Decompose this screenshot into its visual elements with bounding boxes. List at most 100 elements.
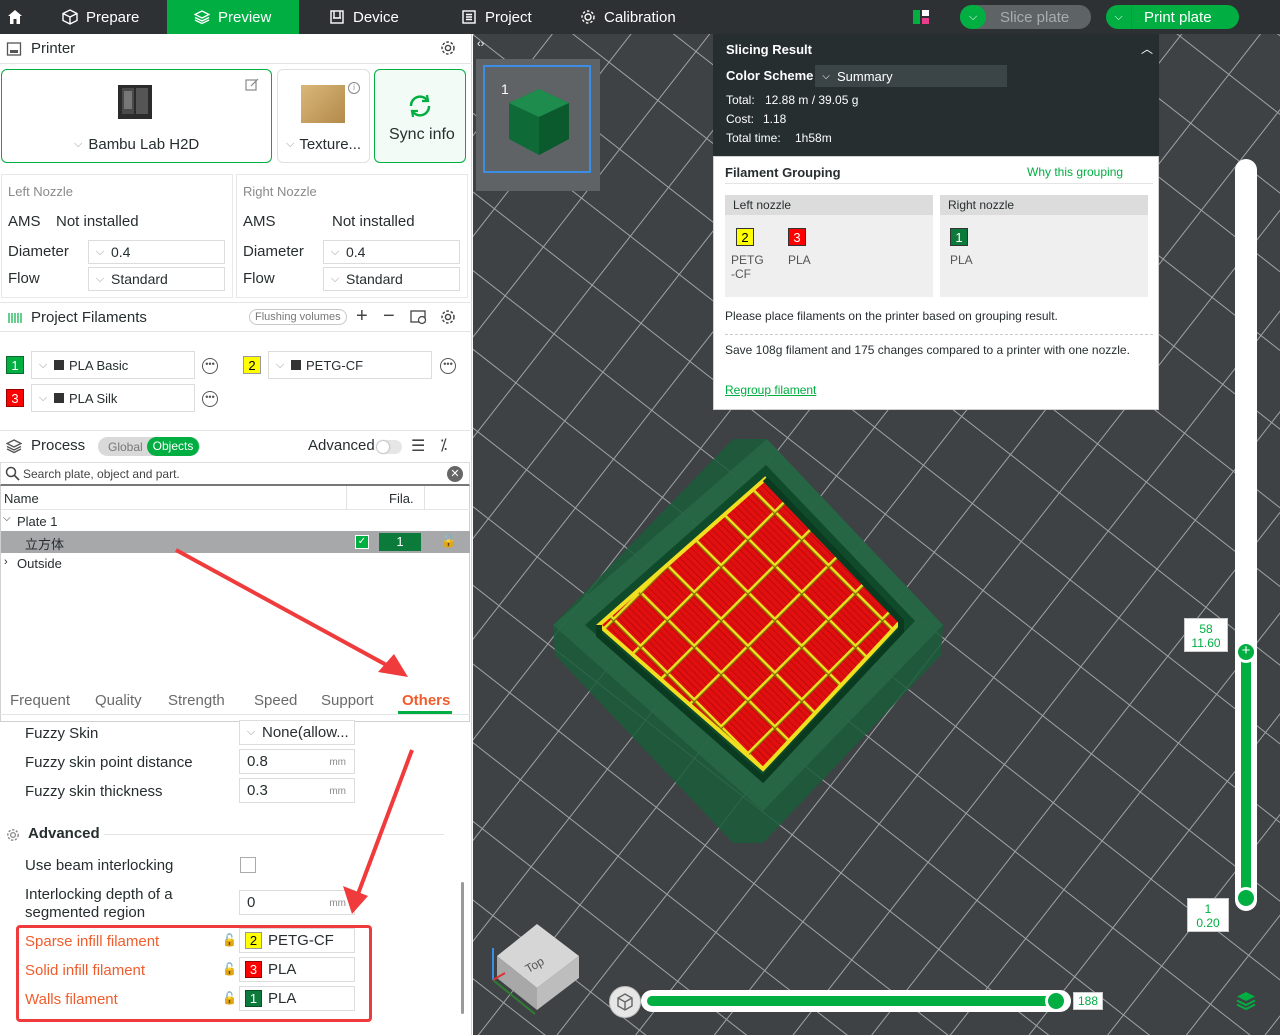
list-icon[interactable]: ☰	[411, 436, 425, 456]
plate-type-select[interactable]: ⌵ Texture...	[286, 136, 361, 153]
tab-speed[interactable]: Speed	[254, 692, 297, 709]
advanced-section-title: Advanced	[28, 825, 100, 842]
sliced-model	[553, 439, 943, 843]
move-slider-track[interactable]	[641, 990, 1071, 1012]
more-options-icon[interactable]: •••	[202, 358, 218, 374]
tab-calibration[interactable]: Calibration	[580, 0, 690, 34]
why-grouping-link[interactable]: Why this grouping	[1027, 165, 1123, 179]
sparse-infill-filament-select[interactable]: 2 PETG-CF	[239, 928, 355, 953]
right-nozzle-group: Right nozzle 1 PLA	[940, 195, 1148, 297]
global-objects-toggle[interactable]: Global Objects	[98, 437, 200, 456]
sync-info-button[interactable]: Sync info	[374, 69, 466, 163]
lock-icon[interactable]: 🔓	[222, 991, 237, 1005]
plate-thumbnail[interactable]: 1	[483, 65, 591, 173]
printer-card[interactable]: ⌵ Bambu Lab H2D	[1, 69, 272, 163]
chevron-right-icon[interactable]: ›	[4, 556, 8, 568]
tab-quality[interactable]: Quality	[95, 692, 142, 709]
left-diameter-select[interactable]: ⌵ 0.4	[88, 240, 225, 264]
filament-number: 3	[788, 228, 806, 246]
lock-icon[interactable]: 🔓	[222, 962, 237, 976]
tree-row-outside[interactable]: › Outside	[1, 553, 470, 573]
plate-type-card[interactable]: i ⌵ Texture...	[277, 69, 370, 163]
settings-scrollbar[interactable]	[461, 882, 464, 1014]
fuzzy-skin-select[interactable]: ⌵ None(allow...	[239, 720, 355, 745]
clear-icon[interactable]: ✕	[447, 466, 463, 482]
solid-infill-filament-label: Solid infill filament	[25, 962, 146, 979]
layer-slider-track[interactable]: +	[1235, 159, 1257, 911]
edit-icon[interactable]	[245, 78, 259, 95]
collapse-panel-icon[interactable]: ‹›	[477, 38, 484, 50]
total-time-label: Total time:	[726, 131, 781, 145]
layer-slider-top-handle[interactable]: +	[1235, 641, 1257, 663]
lock-icon[interactable]: 🔓	[441, 534, 456, 548]
solid-infill-filament-select[interactable]: 3 PLA	[239, 957, 355, 982]
filament-sync-icon[interactable]	[410, 309, 428, 328]
flushing-volumes-button[interactable]: Flushing volumes	[249, 309, 347, 325]
tab-strength[interactable]: Strength	[168, 692, 225, 709]
tab-others[interactable]: Others	[402, 692, 450, 709]
filament-item-2[interactable]: 2	[243, 356, 261, 374]
filaments-header: Project Filaments Flushing volumes + −	[0, 302, 472, 332]
tab-support[interactable]: Support	[321, 692, 374, 709]
walls-filament-select[interactable]: 1 PLA	[239, 986, 355, 1011]
tab-project[interactable]: Project	[461, 0, 551, 34]
tree-row-object[interactable]: 立方体 ✓ 1 🔓	[1, 531, 470, 553]
compare-icon[interactable]: ⁒	[440, 435, 447, 455]
object-filament-number[interactable]: 1	[379, 533, 421, 551]
filament-item-3[interactable]: 3	[6, 389, 24, 407]
diameter-label: Diameter	[8, 243, 69, 260]
chevron-down-icon[interactable]: ⌵	[960, 5, 986, 29]
info-icon[interactable]: i	[348, 82, 360, 94]
tab-preview[interactable]: Preview	[167, 0, 299, 34]
chevron-down-icon[interactable]: ⌵	[1106, 5, 1132, 29]
tab-device[interactable]: Device	[329, 0, 419, 34]
search-box[interactable]: Search plate, object and part. ✕	[0, 462, 470, 486]
filament-3-select[interactable]: ⌵ PLA Silk	[31, 384, 195, 412]
view-reset-icon[interactable]	[609, 986, 641, 1018]
regroup-filament-link[interactable]: Regroup filament	[725, 383, 816, 397]
col-name: Name	[4, 491, 39, 506]
chevron-down-icon[interactable]: ⌵	[3, 513, 11, 524]
ams-label: AMS	[8, 213, 41, 230]
tree-row-plate[interactable]: ⌵ Plate 1	[1, 511, 470, 531]
move-slider-handle[interactable]	[1045, 990, 1067, 1012]
interlocking-depth-input[interactable]: 0 mm	[239, 890, 355, 915]
lock-icon[interactable]: 🔓	[222, 933, 237, 947]
tab-frequent[interactable]: Frequent	[10, 692, 70, 709]
tab-prepare[interactable]: Prepare	[62, 0, 162, 34]
layers-toggle-icon[interactable]	[1235, 990, 1257, 1015]
filament-number: 1	[245, 990, 262, 1007]
settings-gear-icon[interactable]	[440, 309, 456, 328]
printer-model-select[interactable]: ⌵ Bambu Lab H2D	[74, 136, 199, 153]
left-flow-select[interactable]: ⌵ Standard	[88, 267, 225, 291]
more-options-icon[interactable]: •••	[202, 391, 218, 407]
settings-gear-icon[interactable]	[440, 40, 456, 59]
color-scheme-select[interactable]: ⌵ Summary	[815, 65, 1007, 87]
filament-1-select[interactable]: ⌵ PLA Basic	[31, 351, 195, 379]
search-input[interactable]: Search plate, object and part.	[23, 467, 180, 481]
filament-number: 2	[243, 356, 261, 374]
collapse-icon[interactable]: ︿	[1141, 40, 1153, 57]
tab-label: Prepare	[86, 8, 140, 26]
slice-plate-button[interactable]: ⌵ Slice plate	[960, 5, 1091, 29]
beam-interlocking-checkbox[interactable]	[240, 857, 256, 873]
print-plate-button[interactable]: ⌵ Print plate	[1106, 5, 1239, 29]
fuzzy-point-distance-input[interactable]: 0.8 mm	[239, 749, 355, 774]
3d-viewport[interactable]: ‹› 1 Slicing Result ︿ Color Scheme ⌵ Sum…	[473, 34, 1280, 1035]
filament-item-1[interactable]: 1	[6, 356, 24, 374]
checkbox-icon[interactable]: ✓	[355, 535, 369, 549]
more-options-icon[interactable]: •••	[440, 358, 456, 374]
toggle-global[interactable]: Global	[108, 440, 143, 454]
right-flow-select[interactable]: ⌵ Standard	[323, 267, 460, 291]
advanced-toggle[interactable]	[376, 440, 402, 454]
fuzzy-thickness-input[interactable]: 0.3 mm	[239, 778, 355, 803]
minus-icon[interactable]: −	[383, 305, 395, 328]
layout-icon[interactable]	[912, 8, 930, 26]
toggle-objects[interactable]: Objects	[147, 437, 199, 456]
home-icon[interactable]	[6, 0, 26, 34]
right-diameter-select[interactable]: ⌵ 0.4	[323, 240, 460, 264]
layer-slider-bottom-handle[interactable]	[1235, 887, 1257, 909]
filament-2-select[interactable]: ⌵ PETG-CF	[268, 351, 432, 379]
plus-icon[interactable]: +	[356, 305, 368, 328]
fuzzy-point-distance-label: Fuzzy skin point distance	[25, 754, 193, 771]
